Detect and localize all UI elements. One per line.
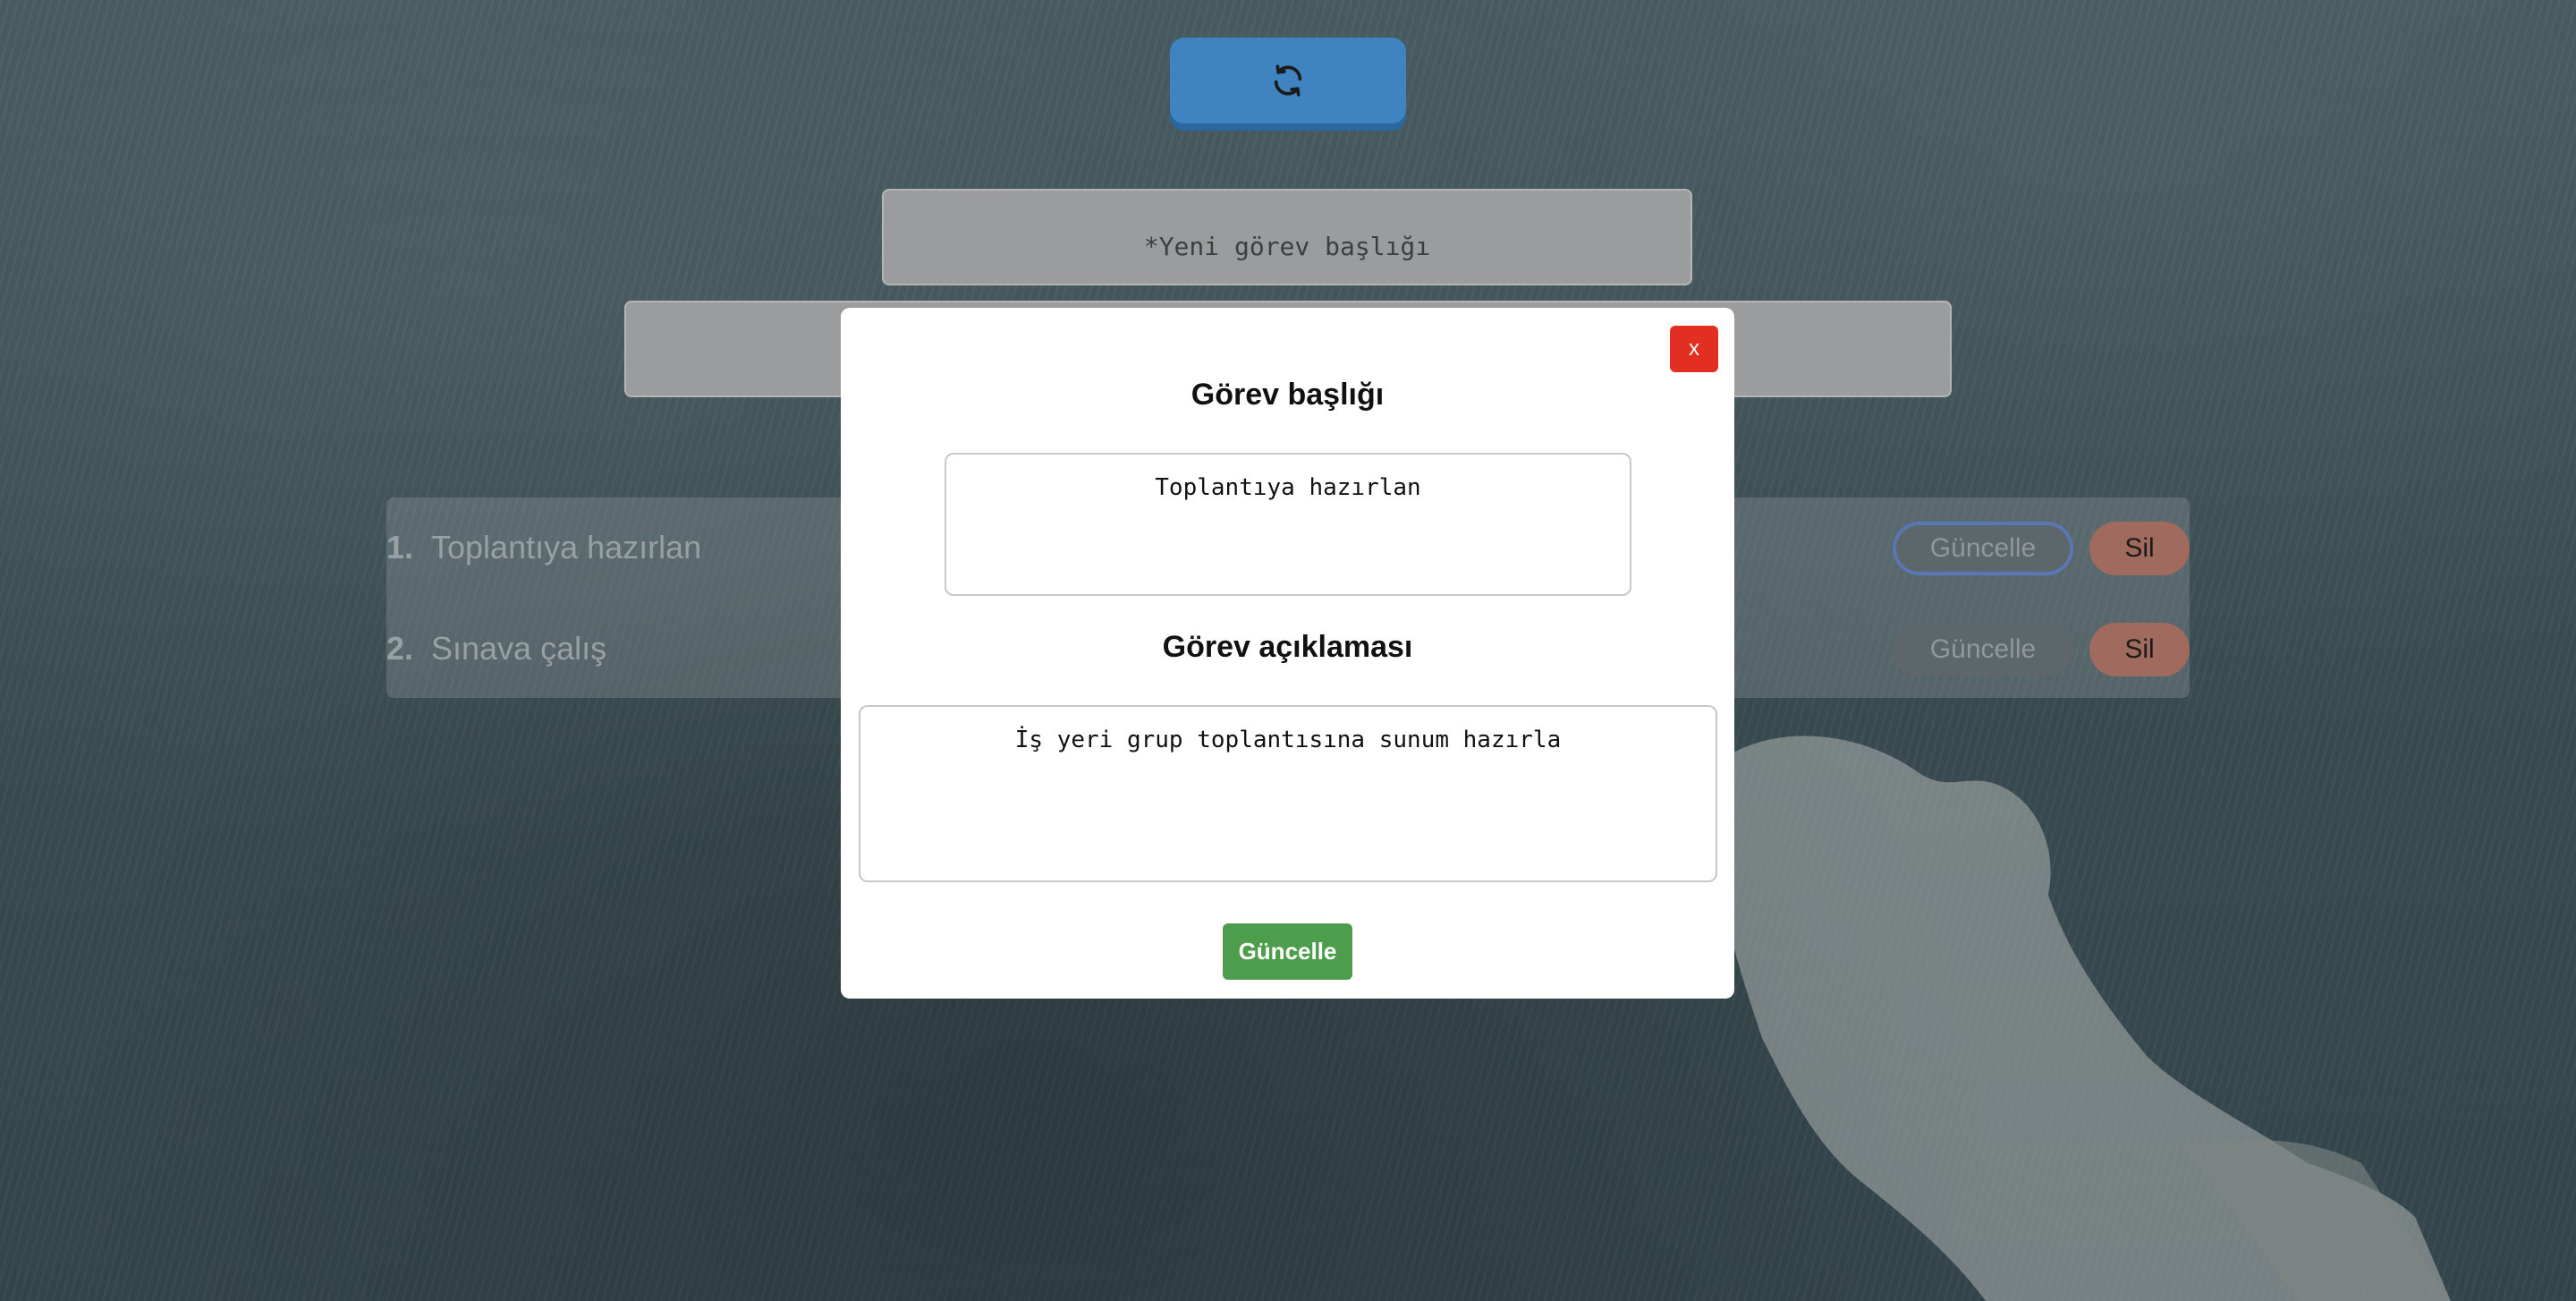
task-title-field[interactable]: Toplantıya hazırlan <box>945 453 1631 596</box>
task-update-button[interactable]: Güncelle <box>1893 522 2073 575</box>
refresh-icon <box>1274 64 1302 97</box>
refresh-button[interactable] <box>1170 38 1406 123</box>
task-delete-button[interactable]: Sil <box>2089 522 2190 575</box>
task-title-heading: Görev başlığı <box>1191 378 1385 412</box>
task-title: Toplantıya hazırlan <box>431 529 702 565</box>
task-number: 2. <box>386 630 414 667</box>
edit-task-modal: x Görev başlığı Toplantıya hazırlan Göre… <box>841 308 1734 999</box>
close-button[interactable]: x <box>1670 326 1718 372</box>
task-number: 1. <box>386 529 414 565</box>
task-delete-button[interactable]: Sil <box>2089 623 2190 676</box>
task-description-heading: Görev açıklaması <box>1162 630 1413 664</box>
task-description-field[interactable]: İş yeri grup toplantısına sunum hazırla <box>859 705 1717 882</box>
task-title: Sınava çalış <box>431 630 607 667</box>
task-update-button[interactable]: Güncelle <box>1893 623 2073 676</box>
update-button[interactable]: Güncelle <box>1223 923 1352 980</box>
new-task-title-input[interactable] <box>882 189 1692 285</box>
background-hand-image <box>1712 736 2451 1301</box>
